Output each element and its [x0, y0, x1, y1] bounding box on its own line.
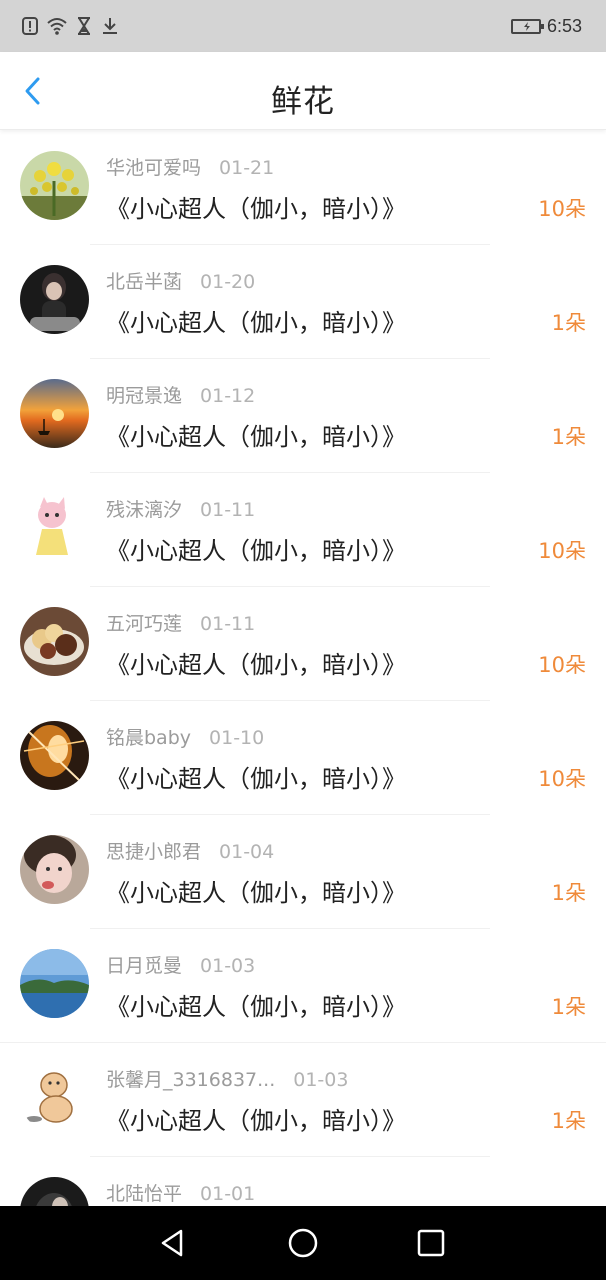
user-name[interactable]: 思捷小郎君	[106, 841, 201, 863]
list-item[interactable]: 思捷小郎君 01-04 《小心超人（伽小，暗小）》 1朵	[0, 815, 606, 929]
user-name[interactable]: 北岳半菡	[106, 271, 182, 293]
flower-count: 1朵	[551, 995, 586, 1019]
flower-count: 10朵	[538, 653, 586, 677]
work-title[interactable]: 《小心超人（伽小，暗小）》	[106, 531, 406, 566]
item-date: 01-01	[200, 1183, 256, 1205]
user-name[interactable]: 残沫漓汐	[106, 499, 182, 521]
flower-count: 1朵	[551, 425, 586, 449]
avatar[interactable]	[20, 493, 89, 562]
item-meta: 北陆怡平 01-01	[106, 1179, 255, 1206]
avatar[interactable]	[20, 721, 89, 790]
work-title[interactable]: 《小心超人（伽小，暗小）》	[106, 303, 406, 338]
list-item[interactable]: 五河巧莲 01-11 《小心超人（伽小，暗小）》 10朵	[0, 587, 606, 701]
item-meta: 残沫漓汐 01-11	[106, 495, 255, 522]
item-date: 01-11	[200, 613, 256, 635]
item-meta: 张馨月_3316837... 01-03	[106, 1065, 348, 1092]
work-title[interactable]: 《小心超人（伽小，暗小）》	[106, 645, 406, 680]
work-title[interactable]: 《小心超人（伽小，暗小）》	[106, 189, 406, 224]
user-name[interactable]: 铭晨baby	[106, 727, 191, 749]
avatar[interactable]	[20, 1063, 89, 1132]
item-meta: 日月觅曼 01-03	[106, 951, 255, 978]
user-name[interactable]: 张馨月_3316837...	[106, 1069, 275, 1091]
status-right: 6:53	[510, 11, 582, 41]
list-item[interactable]: 北岳半菡 01-20 《小心超人（伽小，暗小）》 1朵	[0, 245, 606, 359]
avatar[interactable]	[20, 607, 89, 676]
download-icon	[103, 18, 117, 34]
user-name[interactable]: 北陆怡平	[106, 1183, 182, 1205]
item-date: 01-20	[200, 271, 256, 293]
item-date: 01-12	[200, 385, 256, 407]
item-date: 01-11	[200, 499, 256, 521]
list-item[interactable]: 残沫漓汐 01-11 《小心超人（伽小，暗小）》 10朵	[0, 473, 606, 587]
user-name[interactable]: 日月觅曼	[106, 955, 182, 977]
battery-charging-icon	[510, 18, 544, 34]
flower-count: 10朵	[538, 539, 586, 563]
avatar[interactable]	[20, 265, 89, 334]
list-item[interactable]: 明冠景逸 01-12 《小心超人（伽小，暗小）》 1朵	[0, 359, 606, 473]
flower-count: 10朵	[538, 197, 586, 221]
header: 鲜花	[0, 52, 606, 130]
avatar[interactable]	[20, 151, 89, 220]
wifi-icon	[47, 18, 67, 35]
user-name[interactable]: 华池可爱吗	[106, 157, 201, 179]
item-date: 01-10	[209, 727, 265, 749]
flower-count: 1朵	[551, 1109, 586, 1133]
item-meta: 思捷小郎君 01-04	[106, 837, 274, 864]
page-title: 鲜花	[271, 84, 335, 120]
item-date: 01-04	[219, 841, 275, 863]
gift-list[interactable]: 华池可爱吗 01-21 《小心超人（伽小，暗小）》 10朵 北岳半菡 01-20 《…	[0, 131, 606, 1206]
user-name[interactable]: 明冠景逸	[106, 385, 182, 407]
system-nav-bar	[0, 1206, 606, 1280]
list-item[interactable]: 日月觅曼 01-03 《小心超人（伽小，暗小）》 1朵	[0, 929, 606, 1043]
work-title[interactable]: 《小心超人（伽小，暗小）》	[106, 987, 406, 1022]
hourglass-icon	[78, 17, 90, 35]
work-title[interactable]: 《小心超人（伽小，暗小）》	[106, 873, 406, 908]
status-bar: 6:53	[0, 0, 606, 52]
list-item[interactable]: 北陆怡平 01-01	[0, 1157, 606, 1206]
item-date: 01-21	[219, 157, 275, 179]
item-meta: 明冠景逸 01-12	[106, 381, 255, 408]
list-item[interactable]: 张馨月_3316837... 01-03 《小心超人（伽小，暗小）》 1朵	[0, 1043, 606, 1157]
item-date: 01-03	[200, 955, 256, 977]
home-circle-icon[interactable]	[286, 1226, 320, 1260]
item-date: 01-03	[293, 1069, 349, 1091]
flower-count: 10朵	[538, 767, 586, 791]
user-name[interactable]: 五河巧莲	[106, 613, 182, 635]
alert-icon	[22, 17, 38, 35]
list-item[interactable]: 铭晨baby 01-10 《小心超人（伽小，暗小）》 10朵	[0, 701, 606, 815]
back-triangle-icon[interactable]	[155, 1226, 189, 1260]
item-meta: 华池可爱吗 01-21	[106, 153, 274, 180]
recents-square-icon[interactable]	[414, 1226, 448, 1260]
work-title[interactable]: 《小心超人（伽小，暗小）》	[106, 1101, 406, 1136]
flower-count: 1朵	[551, 881, 586, 905]
item-meta: 五河巧莲 01-11	[106, 609, 255, 636]
work-title[interactable]: 《小心超人（伽小，暗小）》	[106, 417, 406, 452]
status-time: 6:53	[546, 15, 582, 36]
avatar[interactable]	[20, 949, 89, 1018]
avatar[interactable]	[20, 835, 89, 904]
item-meta: 北岳半菡 01-20	[106, 267, 255, 294]
avatar[interactable]	[20, 1177, 89, 1206]
item-meta: 铭晨baby 01-10	[106, 723, 264, 750]
list-item[interactable]: 华池可爱吗 01-21 《小心超人（伽小，暗小）》 10朵	[0, 131, 606, 245]
flower-count: 1朵	[551, 311, 586, 335]
avatar[interactable]	[20, 379, 89, 448]
status-icons	[20, 12, 120, 40]
work-title[interactable]: 《小心超人（伽小，暗小）》	[106, 759, 406, 794]
